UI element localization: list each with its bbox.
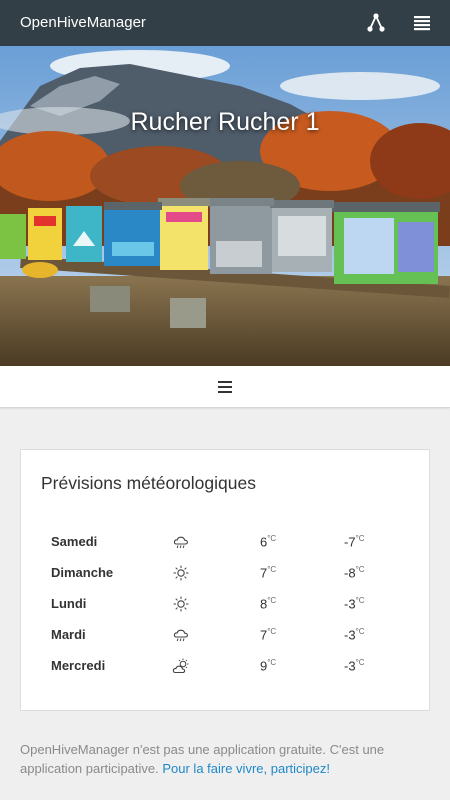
sun-icon xyxy=(172,595,190,613)
rain-cloud-icon xyxy=(172,533,190,551)
forecast-row: Mardi 7°C -3°C xyxy=(21,624,431,644)
temp-unit: °C xyxy=(267,565,277,574)
hamburger-menu-icon[interactable] xyxy=(410,11,434,35)
low-temp-value: -8 xyxy=(344,565,356,581)
forecast-low-temp: -3°C xyxy=(344,627,365,642)
forecast-row: Mercredi 9°C -3°C xyxy=(21,655,431,675)
temp-unit: °C xyxy=(267,534,277,543)
forecast-high-temp: 6°C xyxy=(260,534,276,549)
forecast-row: Dimanche 7°C -8°C xyxy=(21,562,431,582)
forecast-high-temp: 8°C xyxy=(260,596,276,611)
forecast-row: Lundi 8°C -3°C xyxy=(21,593,431,613)
forecast-low-temp: -7°C xyxy=(344,534,365,549)
forecast-high-temp: 9°C xyxy=(260,658,276,673)
top-bar: OpenHiveManager xyxy=(0,0,450,46)
weather-forecast-card: Prévisions météorologiques Samedi 6°C -7°C… xyxy=(20,449,430,711)
footer-note: OpenHiveManager n'est pas une applicatio… xyxy=(20,740,438,778)
forecast-day: Dimanche xyxy=(51,565,114,580)
low-temp-value: -3 xyxy=(344,596,356,612)
temp-unit: °C xyxy=(267,596,277,605)
temp-unit: °C xyxy=(355,627,365,636)
partly-cloudy-icon xyxy=(172,657,190,675)
sub-navigation-bar xyxy=(0,366,450,408)
temp-unit: °C xyxy=(267,627,277,636)
low-temp-value: -7 xyxy=(344,534,356,550)
temp-unit: °C xyxy=(355,565,365,574)
forecast-high-temp: 7°C xyxy=(260,627,276,642)
forecast-low-temp: -8°C xyxy=(344,565,365,580)
temp-unit: °C xyxy=(355,534,365,543)
forecast-low-temp: -3°C xyxy=(344,658,365,673)
forecast-row: Samedi 6°C -7°C xyxy=(21,531,431,551)
network-icon[interactable] xyxy=(364,11,388,35)
apiary-title: Rucher Rucher 1 xyxy=(130,108,320,136)
forecast-day: Mercredi xyxy=(51,658,106,673)
forecast-day: Mardi xyxy=(51,627,86,642)
temp-unit: °C xyxy=(267,658,277,667)
apiary-hero-banner: Rucher Rucher 1 xyxy=(0,46,450,366)
app-title[interactable]: OpenHiveManager xyxy=(20,14,146,31)
low-temp-value: -3 xyxy=(344,658,356,674)
rain-cloud-icon xyxy=(172,626,190,644)
forecast-title: Prévisions météorologiques xyxy=(41,473,256,493)
temp-unit: °C xyxy=(355,658,365,667)
temp-unit: °C xyxy=(355,596,365,605)
participate-link[interactable]: Pour la faire vivre, participez! xyxy=(162,761,330,776)
forecast-day: Lundi xyxy=(51,596,87,611)
forecast-high-temp: 7°C xyxy=(260,565,276,580)
low-temp-value: -3 xyxy=(344,627,356,643)
forecast-day: Samedi xyxy=(51,534,98,549)
forecast-low-temp: -3°C xyxy=(344,596,365,611)
hamburger-menu-icon[interactable] xyxy=(217,380,233,394)
sun-icon xyxy=(172,564,190,582)
apiary-photo xyxy=(0,46,450,366)
